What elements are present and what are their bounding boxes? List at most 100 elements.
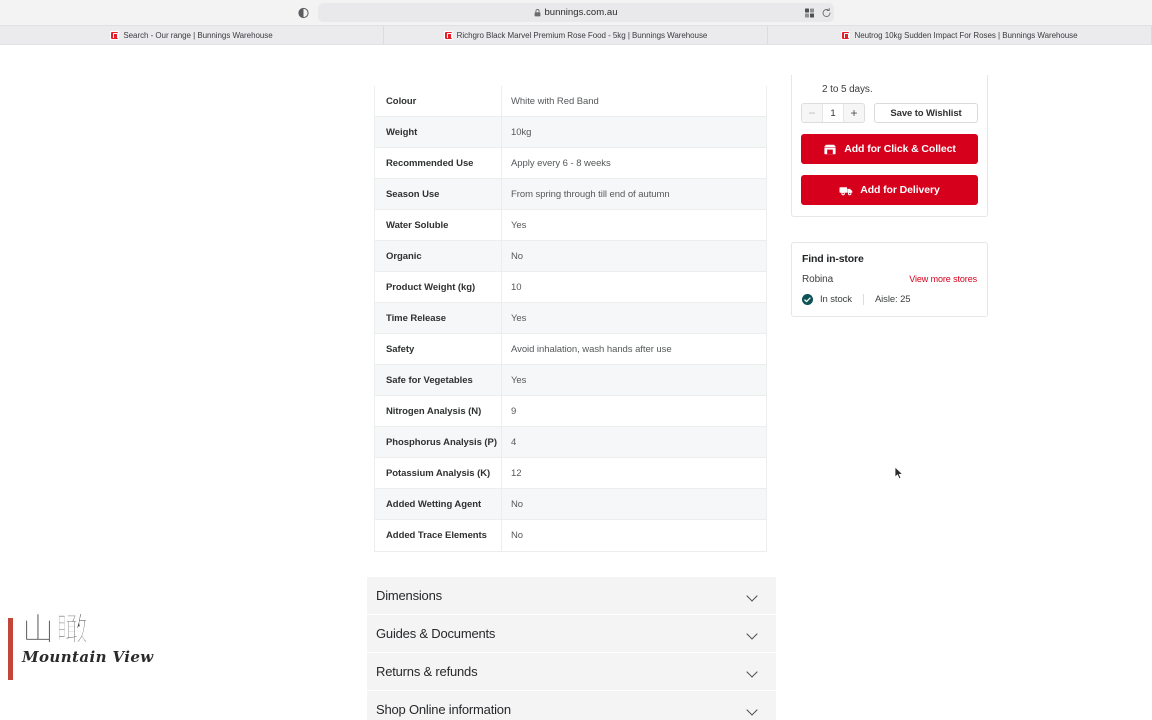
add-for-delivery-button[interactable]: Add for Delivery — [801, 175, 978, 205]
accordion-sections: Dimensions Guides & Documents Returns & … — [367, 577, 776, 720]
spec-key: Safe for Vegetables — [386, 374, 473, 386]
browser-toolbar: bunnings.com.au — [0, 0, 1152, 25]
stock-status-row: In stock Aisle: 25 — [802, 294, 977, 305]
stock-status-text: In stock — [820, 294, 852, 305]
spec-key: Potassium Analysis (K) — [386, 467, 491, 479]
spec-key: Organic — [386, 250, 422, 262]
find-in-store-title: Find in-store — [802, 253, 864, 265]
spec-value: 12 — [501, 458, 766, 488]
table-row: Weight 10kg — [375, 117, 766, 148]
toolbar-actions — [804, 7, 832, 18]
table-row: Time Release Yes — [375, 303, 766, 334]
extension-icon[interactable] — [804, 7, 815, 18]
quantity-stepper[interactable]: − 1 + — [801, 103, 865, 123]
spec-value: Yes — [501, 210, 766, 240]
quantity-increment-button[interactable]: + — [844, 104, 864, 122]
accordion-label: Shop Online information — [376, 702, 511, 717]
accordion-label: Guides & Documents — [376, 626, 496, 641]
accordion-item-shop-online-information[interactable]: Shop Online information — [367, 691, 776, 720]
browser-chrome: bunnings.com.au Search - Our range | Bun… — [0, 0, 1152, 45]
spec-value: Avoid inhalation, wash hands after use — [501, 334, 766, 364]
accordion-label: Returns & refunds — [376, 664, 478, 679]
table-row: Season Use From spring through till end … — [375, 179, 766, 210]
truck-icon — [839, 185, 853, 196]
tab-title: Search - Our range | Bunnings Warehouse — [123, 30, 273, 40]
divider — [862, 294, 864, 305]
chevron-down-icon — [747, 630, 758, 637]
spec-key: Recommended Use — [386, 157, 474, 169]
quantity-value[interactable]: 1 — [822, 104, 844, 122]
spec-value: White with Red Band — [501, 86, 766, 116]
table-row: Added Wetting Agent No — [375, 489, 766, 520]
spec-value: Apply every 6 - 8 weeks — [501, 148, 766, 178]
browser-tab[interactable]: Richgro Black Marvel Premium Rose Food -… — [384, 26, 768, 44]
lock-icon — [534, 8, 541, 17]
spec-value: Yes — [501, 365, 766, 395]
shield-icon[interactable] — [298, 7, 309, 18]
spec-key: Time Release — [386, 312, 446, 324]
spec-value: No — [501, 241, 766, 271]
spec-value: 9 — [501, 396, 766, 426]
check-circle-icon — [802, 294, 813, 305]
spec-value: Yes — [501, 303, 766, 333]
tab-title: Richgro Black Marvel Premium Rose Food -… — [456, 30, 708, 40]
table-row: Organic No — [375, 241, 766, 272]
buy-box: 2 to 5 days. − 1 + Save to Wishlist Add … — [791, 75, 988, 217]
store-pickup-icon — [823, 144, 837, 155]
watermark-latin-text: Mountain View — [22, 648, 154, 666]
address-bar[interactable]: bunnings.com.au — [318, 3, 834, 22]
quantity-decrement-button[interactable]: − — [802, 104, 822, 122]
chevron-down-icon — [747, 592, 758, 599]
save-to-wishlist-button[interactable]: Save to Wishlist — [874, 103, 978, 123]
watermark-accent-bar — [8, 618, 13, 680]
spec-value: No — [501, 489, 766, 519]
bunnings-favicon — [841, 30, 851, 40]
table-row: Added Trace Elements No — [375, 520, 766, 551]
spec-value: 4 — [501, 427, 766, 457]
spec-value: From spring through till end of autumn — [501, 179, 766, 209]
spec-key: Phosphorus Analysis (P) — [386, 436, 497, 448]
table-row: Colour White with Red Band — [375, 86, 766, 117]
quantity-row: − 1 + Save to Wishlist — [801, 103, 978, 123]
bunnings-favicon — [443, 30, 453, 40]
table-row: Safe for Vegetables Yes — [375, 365, 766, 396]
reload-icon[interactable] — [821, 7, 832, 18]
table-row: Phosphorus Analysis (P) 4 — [375, 427, 766, 458]
accordion-item-dimensions[interactable]: Dimensions — [367, 577, 776, 615]
view-more-stores-link[interactable]: View more stores — [909, 274, 977, 284]
spec-key: Safety — [386, 343, 415, 355]
table-row: Water Soluble Yes — [375, 210, 766, 241]
spec-key: Added Wetting Agent — [386, 498, 482, 510]
tab-strip: Search - Our range | Bunnings Warehouse … — [0, 25, 1152, 44]
click-collect-label: Add for Click & Collect — [844, 143, 956, 155]
accordion-item-returns-refunds[interactable]: Returns & refunds — [367, 653, 776, 691]
aisle-text: Aisle: 25 — [874, 294, 911, 305]
mouse-pointer-icon — [894, 466, 905, 481]
watermark-cjk-text: 山瞰 — [22, 610, 91, 648]
table-row: Safety Avoid inhalation, wash hands afte… — [375, 334, 766, 365]
spec-value: No — [501, 520, 766, 551]
delivery-label: Add for Delivery — [860, 184, 940, 196]
browser-tab[interactable]: Neutrog 10kg Sudden Impact For Roses | B… — [768, 26, 1152, 44]
store-selection-row: Robina View more stores — [802, 274, 977, 285]
table-row: Potassium Analysis (K) 12 — [375, 458, 766, 489]
spec-key: Product Weight (kg) — [386, 281, 476, 293]
accordion-item-guides-documents[interactable]: Guides & Documents — [367, 615, 776, 653]
spec-key: Colour — [386, 95, 417, 107]
watermark-overlay: 山瞰 Mountain View — [8, 613, 154, 680]
specifications-table: Colour White with Red Band Weight 10kg R… — [374, 86, 767, 552]
table-row: Recommended Use Apply every 6 - 8 weeks — [375, 148, 766, 179]
spec-key: Nitrogen Analysis (N) — [386, 405, 482, 417]
bunnings-favicon — [110, 30, 120, 40]
spec-key: Added Trace Elements — [386, 530, 487, 541]
selected-store-name: Robina — [802, 274, 834, 285]
chevron-down-icon — [747, 706, 758, 713]
browser-tab[interactable]: Search - Our range | Bunnings Warehouse — [0, 26, 384, 44]
add-for-click-and-collect-button[interactable]: Add for Click & Collect — [801, 134, 978, 164]
table-row: Nitrogen Analysis (N) 9 — [375, 396, 766, 427]
url-text: bunnings.com.au — [544, 7, 618, 18]
page-viewport: Colour White with Red Band Weight 10kg R… — [0, 45, 1152, 720]
spec-key: Season Use — [386, 188, 440, 200]
tab-title: Neutrog 10kg Sudden Impact For Roses | B… — [854, 30, 1078, 40]
accordion-label: Dimensions — [376, 588, 442, 603]
